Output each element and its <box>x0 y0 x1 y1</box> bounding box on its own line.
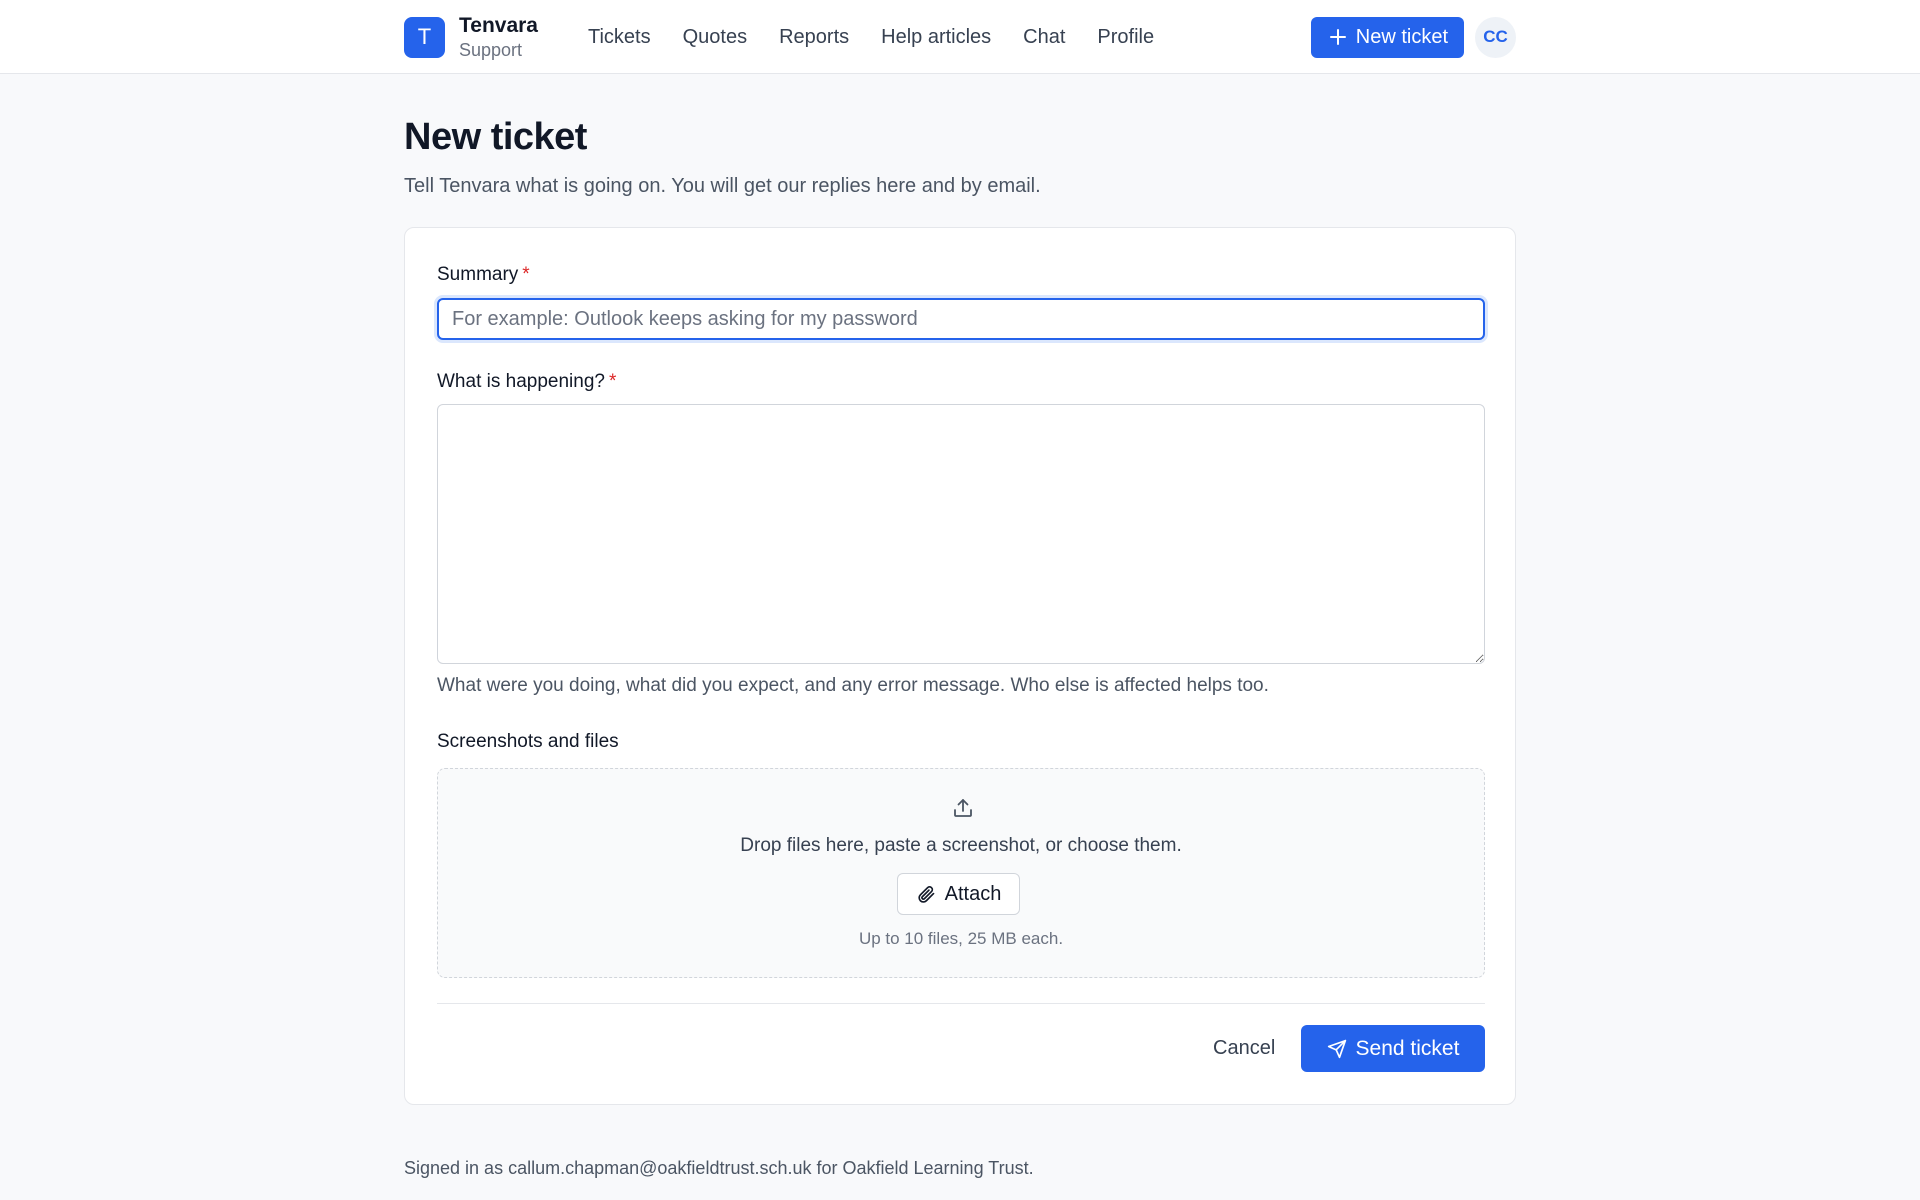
summary-label-text: Summary <box>437 264 519 285</box>
new-ticket-button-label: New ticket <box>1355 25 1448 48</box>
brand-name: Tenvara <box>459 13 538 37</box>
nav-item-help-articles[interactable]: Help articles <box>881 26 991 49</box>
main-nav: Tickets Quotes Reports Help articles Cha… <box>588 26 1154 49</box>
plus-icon <box>1329 28 1347 46</box>
required-marker: * <box>522 264 530 285</box>
upload-icon <box>951 796 975 820</box>
files-label: Screenshots and files <box>437 731 619 752</box>
summary-input[interactable] <box>437 298 1485 340</box>
summary-label: Summary * <box>437 264 530 286</box>
page-subtitle: Tell Tenvara what is going on. You will … <box>404 175 1041 197</box>
form-divider <box>437 1003 1485 1004</box>
description-hint: What were you doing, what did you expect… <box>437 675 1269 696</box>
send-icon <box>1327 1039 1347 1059</box>
nav-item-tickets[interactable]: Tickets <box>588 26 651 49</box>
nav-item-reports[interactable]: Reports <box>779 26 849 49</box>
top-navigation-bar: T Tenvara Support Tickets Quotes Reports… <box>0 0 1920 74</box>
page-title: New ticket <box>404 116 587 158</box>
header-actions: New ticket CC <box>1310 16 1516 58</box>
brand-text: Tenvara Support <box>459 13 538 62</box>
top-navigation-content: T Tenvara Support Tickets Quotes Reports… <box>404 0 1516 74</box>
nav-item-chat[interactable]: Chat <box>1023 26 1065 49</box>
brand-home-link[interactable]: T Tenvara Support <box>404 13 538 62</box>
signed-in-note: Signed in as callum.chapman@oakfieldtrus… <box>404 1158 1034 1178</box>
paperclip-icon <box>916 884 936 904</box>
send-ticket-button-label: Send ticket <box>1355 1036 1460 1060</box>
file-dropzone[interactable]: Drop files here, paste a screenshot, or … <box>437 768 1485 978</box>
dropzone-instructions: Drop files here, paste a screenshot, or … <box>740 835 1182 856</box>
new-ticket-form: Summary* What is happening?* What were y… <box>404 227 1516 1105</box>
nav-item-quotes[interactable]: Quotes <box>683 26 747 49</box>
brand-subtitle: Support <box>459 39 523 60</box>
description-label: What is happening? * <box>437 371 616 393</box>
attach-button[interactable]: Attach <box>897 873 1020 915</box>
send-ticket-button[interactable]: Send ticket <box>1301 1025 1485 1072</box>
dropzone-limit-note: Up to 10 files, 25 MB each. <box>858 929 1064 948</box>
brand-logo: T <box>404 16 445 58</box>
nav-item-profile[interactable]: Profile <box>1097 26 1154 49</box>
attach-button-label: Attach <box>944 882 1002 905</box>
description-label-text: What is happening? <box>437 371 605 392</box>
cancel-button[interactable]: Cancel <box>1201 1025 1287 1072</box>
required-marker: * <box>608 371 617 392</box>
user-avatar[interactable]: CC <box>1475 16 1516 58</box>
new-ticket-button[interactable]: New ticket <box>1310 16 1464 58</box>
description-textarea[interactable] <box>437 404 1485 664</box>
